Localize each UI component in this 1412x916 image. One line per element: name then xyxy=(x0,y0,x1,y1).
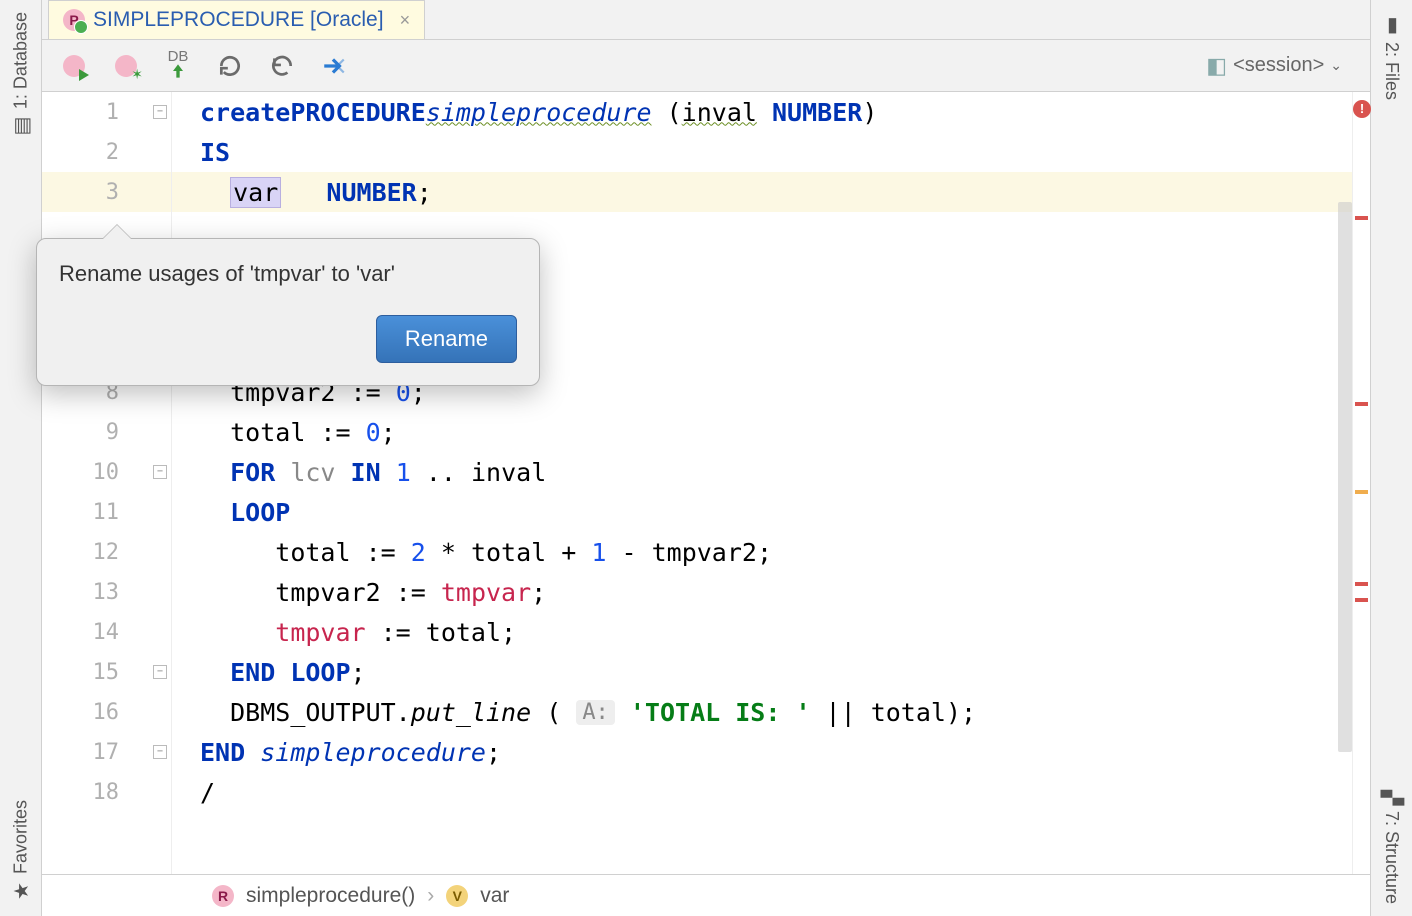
main-area: P SIMPLEPROCEDURE [Oracle] × DB ◧ <sessi… xyxy=(42,0,1370,916)
tool-window-files[interactable]: ▮ 2: Files xyxy=(1376,0,1408,112)
code-line[interactable]: LOOP xyxy=(172,492,1352,532)
gutter-line[interactable]: 10− xyxy=(42,452,171,492)
gutter-line[interactable]: 18 xyxy=(42,772,171,812)
tool-window-label: 7: Structure xyxy=(1381,811,1402,904)
variable-icon: V xyxy=(446,885,468,907)
db-label: DB xyxy=(168,48,189,65)
error-stripe[interactable]: ! xyxy=(1352,92,1370,874)
gutter[interactable]: 1− 2 3 8 9 10− 11 12 13 14 15− 16 17− 18 xyxy=(42,92,172,874)
fold-toggle[interactable]: − xyxy=(153,465,167,479)
breadcrumb-separator: › xyxy=(427,884,434,908)
gutter-line[interactable]: 3 xyxy=(42,172,171,212)
code-line[interactable]: total := 0; xyxy=(172,412,1352,452)
error-mark[interactable] xyxy=(1355,582,1368,586)
error-mark[interactable] xyxy=(1355,490,1368,494)
datasource-icon: ◧ xyxy=(1206,53,1227,79)
gutter-line[interactable]: 11 xyxy=(42,492,171,532)
rollback-button[interactable] xyxy=(266,50,298,82)
code-line[interactable]: total := 2 * total + 1 - tmpvar2; xyxy=(172,532,1352,572)
folder-icon: ▮ xyxy=(1380,12,1404,36)
gutter-line[interactable]: 9 xyxy=(42,412,171,452)
run-icon xyxy=(63,55,85,77)
breadcrumb-item[interactable]: var xyxy=(480,884,509,908)
error-mark[interactable] xyxy=(1355,598,1368,602)
scrollbar-thumb[interactable] xyxy=(1338,202,1352,752)
code-line[interactable]: tmpvar2 := tmpvar; xyxy=(172,572,1352,612)
database-icon: ▤ xyxy=(9,115,33,139)
star-icon: ★ xyxy=(9,880,33,904)
gutter-line[interactable]: 1− xyxy=(42,92,171,132)
left-tool-window-bar: ▤ 1: Database ★ Favorites xyxy=(0,0,42,916)
rename-button[interactable]: Rename xyxy=(376,315,517,363)
fold-toggle[interactable]: − xyxy=(153,105,167,119)
gutter-line[interactable]: 17− xyxy=(42,732,171,772)
debug-icon xyxy=(115,55,137,77)
tool-window-label: 1: Database xyxy=(10,12,31,109)
gutter-line[interactable]: 13 xyxy=(42,572,171,612)
tool-window-database[interactable]: ▤ 1: Database xyxy=(5,0,37,151)
code-line[interactable]: tmpvar := total; xyxy=(172,612,1352,652)
tool-window-label: 2: Files xyxy=(1381,42,1402,100)
tool-window-label: Favorites xyxy=(10,800,31,874)
db-sync-button[interactable]: DB xyxy=(162,50,194,82)
procedure-icon: P xyxy=(63,9,85,31)
error-mark[interactable] xyxy=(1355,216,1368,220)
action-toolbar: DB ◧ <session> ⌄ xyxy=(42,40,1370,92)
fold-toggle[interactable]: − xyxy=(153,745,167,759)
execute-button[interactable] xyxy=(318,50,350,82)
gutter-line[interactable]: 12 xyxy=(42,532,171,572)
code-line[interactable]: END simpleprocedure; xyxy=(172,732,1352,772)
rename-popup: Rename usages of 'tmpvar' to 'var' Renam… xyxy=(36,238,540,386)
gutter-line[interactable]: 14 xyxy=(42,612,171,652)
code-line[interactable]: var NUMBER; xyxy=(172,172,1352,212)
code-area[interactable]: create PROCEDURE simpleprocedure (inval … xyxy=(172,92,1352,874)
code-line[interactable]: DBMS_OUTPUT.put_line ( A: 'TOTAL IS: ' |… xyxy=(172,692,1352,732)
error-badge-icon[interactable]: ! xyxy=(1353,100,1371,118)
refresh-button[interactable] xyxy=(214,50,246,82)
tab-title: SIMPLEPROCEDURE [Oracle] xyxy=(93,8,384,32)
rename-selection[interactable]: var xyxy=(230,177,281,208)
fold-toggle[interactable]: − xyxy=(153,665,167,679)
routine-icon: R xyxy=(212,885,234,907)
gutter-line[interactable]: 2 xyxy=(42,132,171,172)
session-label: <session> xyxy=(1233,54,1324,77)
editor-tabs: P SIMPLEPROCEDURE [Oracle] × xyxy=(42,0,1370,40)
run-button[interactable] xyxy=(58,50,90,82)
code-line[interactable]: create PROCEDURE simpleprocedure (inval … xyxy=(172,92,1352,132)
breadcrumb: R simpleprocedure() › V var xyxy=(42,874,1370,916)
execute-icon xyxy=(321,53,347,79)
close-icon[interactable]: × xyxy=(400,10,411,31)
editor: 1− 2 3 8 9 10− 11 12 13 14 15− 16 17− 18… xyxy=(42,92,1370,874)
tool-window-favorites[interactable]: ★ Favorites xyxy=(5,788,37,916)
session-selector[interactable]: ◧ <session> ⌄ xyxy=(1206,53,1354,79)
parameter-hint: A: xyxy=(576,700,615,725)
error-mark[interactable] xyxy=(1355,402,1368,406)
structure-icon: ▞ xyxy=(1380,790,1404,805)
chevron-down-icon: ⌄ xyxy=(1330,57,1342,74)
code-line[interactable]: / xyxy=(172,772,1352,812)
code-line[interactable]: FOR lcv IN 1 .. inval xyxy=(172,452,1352,492)
code-line[interactable]: IS xyxy=(172,132,1352,172)
gutter-line[interactable]: 16 xyxy=(42,692,171,732)
breadcrumb-item[interactable]: simpleprocedure() xyxy=(246,884,415,908)
debug-button[interactable] xyxy=(110,50,142,82)
rollback-icon xyxy=(269,53,295,79)
right-tool-window-bar: ▮ 2: Files ▞ 7: Structure xyxy=(1370,0,1412,916)
gutter-line[interactable]: 15− xyxy=(42,652,171,692)
tool-window-structure[interactable]: ▞ 7: Structure xyxy=(1376,778,1408,916)
tab-simpleprocedure[interactable]: P SIMPLEPROCEDURE [Oracle] × xyxy=(48,0,425,39)
popup-message: Rename usages of 'tmpvar' to 'var' xyxy=(59,261,517,287)
refresh-icon xyxy=(217,53,243,79)
code-line[interactable]: END LOOP; xyxy=(172,652,1352,692)
